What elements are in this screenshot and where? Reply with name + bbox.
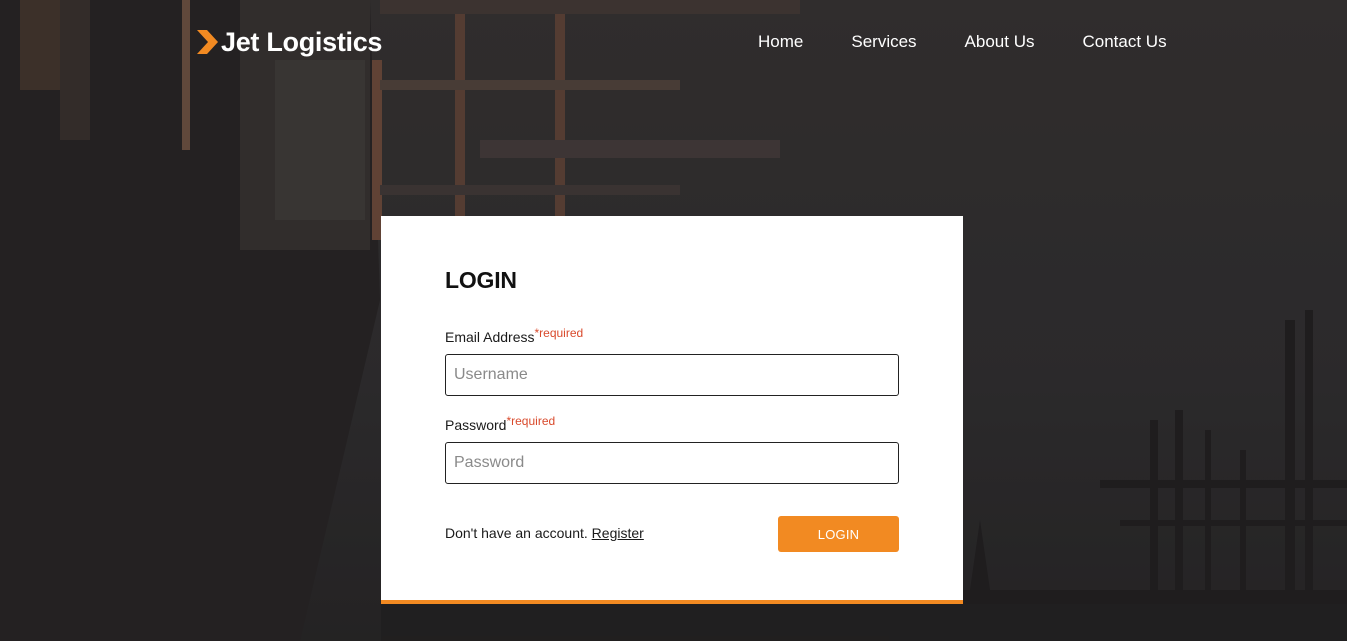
email-input[interactable] xyxy=(445,354,899,396)
login-card: LOGIN Email Address*required Password*re… xyxy=(381,216,963,604)
email-label-text: Email Address xyxy=(445,329,535,345)
brand-logo-link[interactable]: Jet Logistics xyxy=(197,27,382,57)
email-required-marker: *required xyxy=(534,326,584,340)
password-label: Password*required xyxy=(445,414,556,433)
login-button[interactable]: LOGIN xyxy=(778,516,899,552)
register-prompt-text: Don't have an account. xyxy=(445,525,588,541)
hero-background: Jet Logistics Home Services About Us Con… xyxy=(0,0,1347,641)
brand-name: Jet Logistics xyxy=(221,27,383,57)
email-label: Email Address*required xyxy=(445,326,584,345)
chevron-right-icon xyxy=(197,30,218,54)
password-label-text: Password xyxy=(445,417,507,433)
site-header: Jet Logistics Home Services About Us Con… xyxy=(0,0,1347,86)
login-title: LOGIN xyxy=(445,267,517,293)
main-nav: Home Services About Us Contact Us xyxy=(758,32,1167,52)
password-required-marker: *required xyxy=(506,414,556,428)
nav-item-contact-us[interactable]: Contact Us xyxy=(1082,32,1166,52)
nav-item-about-us[interactable]: About Us xyxy=(965,32,1035,52)
password-input[interactable] xyxy=(445,442,899,484)
register-link[interactable]: Register xyxy=(592,525,644,541)
nav-item-home[interactable]: Home xyxy=(758,32,803,52)
register-prompt: Don't have an account. Register xyxy=(445,525,644,541)
nav-item-services[interactable]: Services xyxy=(851,32,916,52)
